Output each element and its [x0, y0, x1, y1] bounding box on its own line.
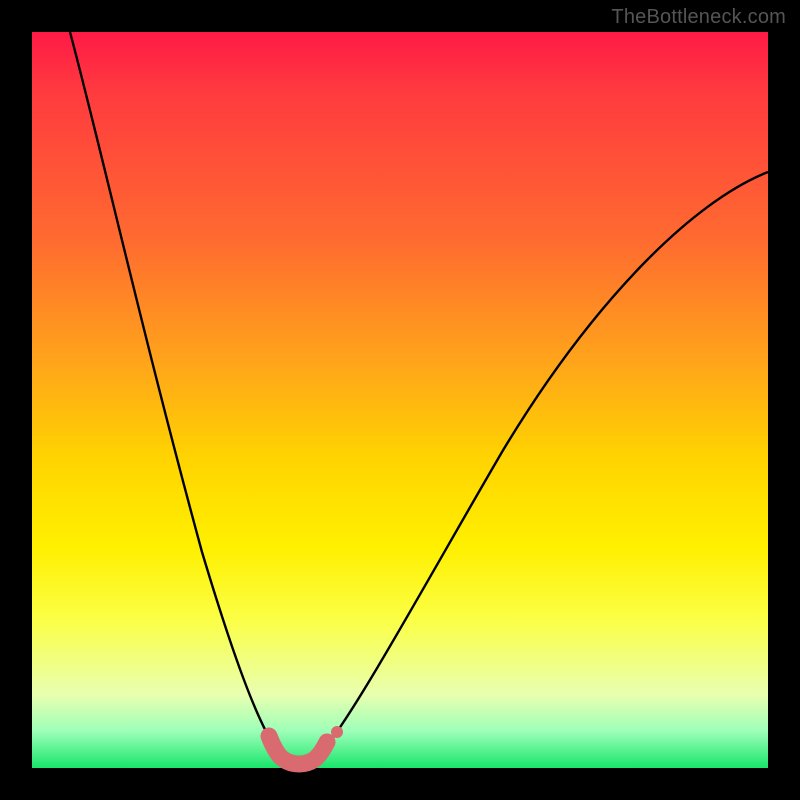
bottleneck-curve — [70, 32, 768, 763]
chart-plot-area — [32, 32, 768, 768]
watermark-text: TheBottleneck.com — [611, 6, 786, 29]
chart-svg — [32, 32, 768, 768]
valley-outlier-marker — [331, 726, 343, 738]
valley-marker-stroke — [269, 736, 327, 764]
chart-frame: TheBottleneck.com — [0, 0, 800, 800]
